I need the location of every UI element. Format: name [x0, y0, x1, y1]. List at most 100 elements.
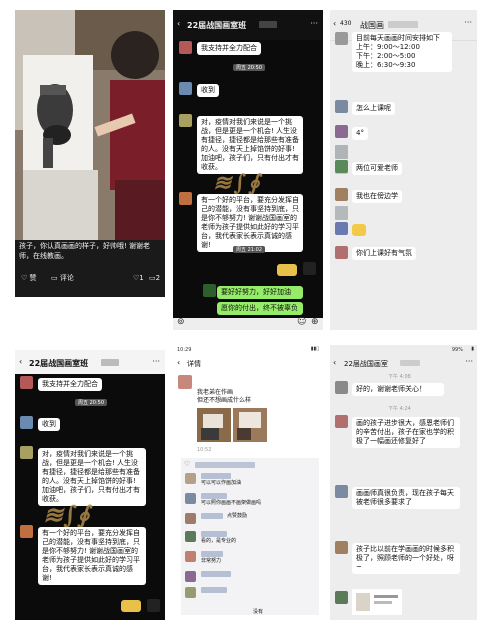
blurred-name: [201, 531, 227, 537]
message-bubble: 有一个好的平台，要充分发挥自己的潜能，没有事坚持到底，只是你不够努力! 谢谢战国…: [38, 527, 146, 585]
emoji-bubble: [277, 264, 297, 276]
back-arrow-icon[interactable]: ‹: [19, 357, 22, 366]
avatar: [335, 541, 348, 554]
more-icon[interactable]: ···: [464, 18, 472, 27]
battery-icon: ▮: [471, 346, 474, 352]
blurred-title-suffix: [388, 21, 418, 28]
blurred-content: [335, 206, 348, 220]
chat-title: 22届战国画室班: [187, 21, 247, 30]
comment-icon: ▭: [51, 274, 58, 282]
message-bubble: 我支持并全力配合: [38, 378, 102, 391]
more-icon[interactable]: ···: [310, 19, 318, 28]
comment-text: 非常努力: [201, 558, 222, 564]
schedule-message: 目前每天画画时间安排如下 上午：9:00～12:00 下午：2:00～5:00 …: [352, 32, 452, 72]
avatar: [335, 222, 348, 235]
detail-header: ‹ 详情: [173, 355, 323, 371]
message-bubble: 画画师真很负责，现在孩子每天被老师很多要求了: [352, 487, 460, 509]
avatar: [185, 551, 196, 562]
comment-icon: ▭: [149, 274, 156, 282]
avatar: [185, 571, 196, 582]
avatar: [20, 525, 33, 538]
message-bubble: 你们上课好有气氛: [352, 247, 416, 260]
avatar: [303, 262, 316, 275]
moments-photo-panel: 孩子，你认真画画的样子，好帅哦! 谢谢老师，在线教画。 ♡ 赞 ▭ 评论 ♡1 …: [15, 10, 165, 297]
more-icon[interactable]: ···: [152, 357, 160, 366]
page-title: 详情: [187, 360, 201, 368]
avatar: [335, 381, 348, 394]
avatar: [179, 82, 192, 95]
group-chat-panel-dark-2: ‹ 22届战国画室班 ··· 我支持并全力配合 周五 20:50 收到 对，疫情…: [15, 350, 165, 620]
avatar: [335, 100, 348, 113]
blurred-name: [201, 513, 223, 519]
comment-text: 可以可以作画加油: [201, 480, 242, 486]
post-images[interactable]: [197, 408, 267, 442]
message-bubble: 4°: [352, 127, 368, 140]
message-bubble: 我也在傍边学: [352, 190, 402, 203]
comment-button[interactable]: ▭ 评论: [51, 274, 74, 284]
back-arrow-icon[interactable]: ‹: [333, 19, 336, 28]
message-bubble: 收到: [38, 418, 60, 431]
timestamp: 周五 20:50: [75, 399, 107, 406]
avatar: [335, 485, 348, 498]
message-bubble: 有一个好的平台，要充分发挥自己的潜能，没有事坚持到底，只是你不够努力! 谢谢战国…: [197, 194, 303, 252]
blurred-title-suffix: [101, 359, 119, 366]
status-bar: 99% ▮: [330, 345, 477, 355]
chat-header: ‹ 22届战国画室班 ···: [173, 10, 323, 40]
avatar: [20, 446, 33, 459]
like-button[interactable]: ♡ 赞: [21, 274, 37, 284]
message-bubble: 要好好努力，好好加油: [217, 286, 303, 299]
comment-text: 可以照你画画不画架做画吗: [201, 500, 262, 506]
avatar: [179, 114, 192, 127]
blurred-name: [201, 571, 231, 577]
message-bubble: 好的，谢谢老师关心！: [352, 383, 444, 396]
chat-header: ‹ 22届战国画室 ···: [330, 355, 477, 371]
blurred-name: [201, 473, 231, 479]
emoji-icon[interactable]: ☺: [297, 317, 306, 327]
avatar: [185, 587, 196, 598]
avatar: [178, 375, 192, 389]
avatar: [185, 473, 196, 484]
blurred-name: [201, 493, 227, 499]
message-bubble: 收到: [197, 84, 219, 97]
timestamp: 下午 4:08: [388, 374, 411, 380]
group-chat-panel-dark: ‹ 22届战国画室班 ··· 我支持并全力配合 周五 20:50 收到 对，疫情…: [173, 10, 323, 330]
blurred-name: [201, 551, 223, 557]
emoji-bubble: [352, 224, 366, 236]
comment-text: 看的，是专业的: [201, 538, 237, 544]
blurred-liker-names: [195, 462, 255, 468]
message-bubble: 对，疫情对我们来说是一个挑战，但是更是一个机会! 人生没有捷径，捷径都是给那些有…: [197, 116, 303, 174]
more-icon[interactable]: ···: [465, 357, 473, 366]
status-time: 10:29: [177, 347, 192, 353]
back-arrow-icon[interactable]: ‹: [177, 19, 180, 28]
post-time: 10:52: [197, 447, 212, 453]
avatar: [185, 493, 196, 504]
avatar: [179, 41, 192, 54]
avatar: [185, 531, 196, 542]
back-arrow-icon[interactable]: ‹: [177, 358, 180, 367]
chat-header: ‹ 22届战国画室班 ···: [15, 350, 165, 374]
avatar: [185, 513, 196, 524]
group-chat-panel-light: ‹ 430 战国画 ··· 目前每天画画时间安排如下 上午：9:00～12:00…: [330, 10, 477, 330]
message-bubble: 对，疫情对我们来说是一个挑战，但是更是一个机会! 人生没有捷径，捷径都是给那些有…: [38, 448, 146, 506]
avatar: [335, 32, 348, 45]
plus-icon[interactable]: ⊕: [311, 317, 319, 327]
blurred-title-suffix: [259, 21, 277, 28]
shared-image[interactable]: [352, 589, 402, 615]
avatar: [179, 192, 192, 205]
avatar: [335, 160, 348, 173]
back-arrow-icon[interactable]: ‹: [333, 358, 336, 367]
blurred-content: [335, 145, 348, 159]
message-bubble: 怎么上课呢: [352, 102, 395, 115]
message-bubble: 愿你的付出，终不被辜负: [217, 302, 303, 315]
group-chat-panel-light-2: 99% ▮ ‹ 22届战国画室 ··· 下午 4:08 好的，谢谢老师关心！ 下…: [330, 345, 477, 620]
unread-badge: 430: [340, 20, 352, 27]
timestamp: 下午 4:24: [388, 406, 411, 412]
battery-icon: ▮▮▯: [310, 346, 319, 352]
avatar: [335, 125, 348, 138]
avatar: [20, 416, 33, 429]
like-count: ♡1: [133, 274, 144, 282]
message-bubble: 画的孩子进步很大，感恩老师们的辛苦付出，孩子在家也学的积极了一幅画还修复好了: [352, 417, 460, 448]
voice-icon[interactable]: ⊚: [177, 317, 185, 327]
status-bar: 10:29 ▮▮▯: [173, 345, 323, 355]
avatar: [335, 591, 348, 604]
